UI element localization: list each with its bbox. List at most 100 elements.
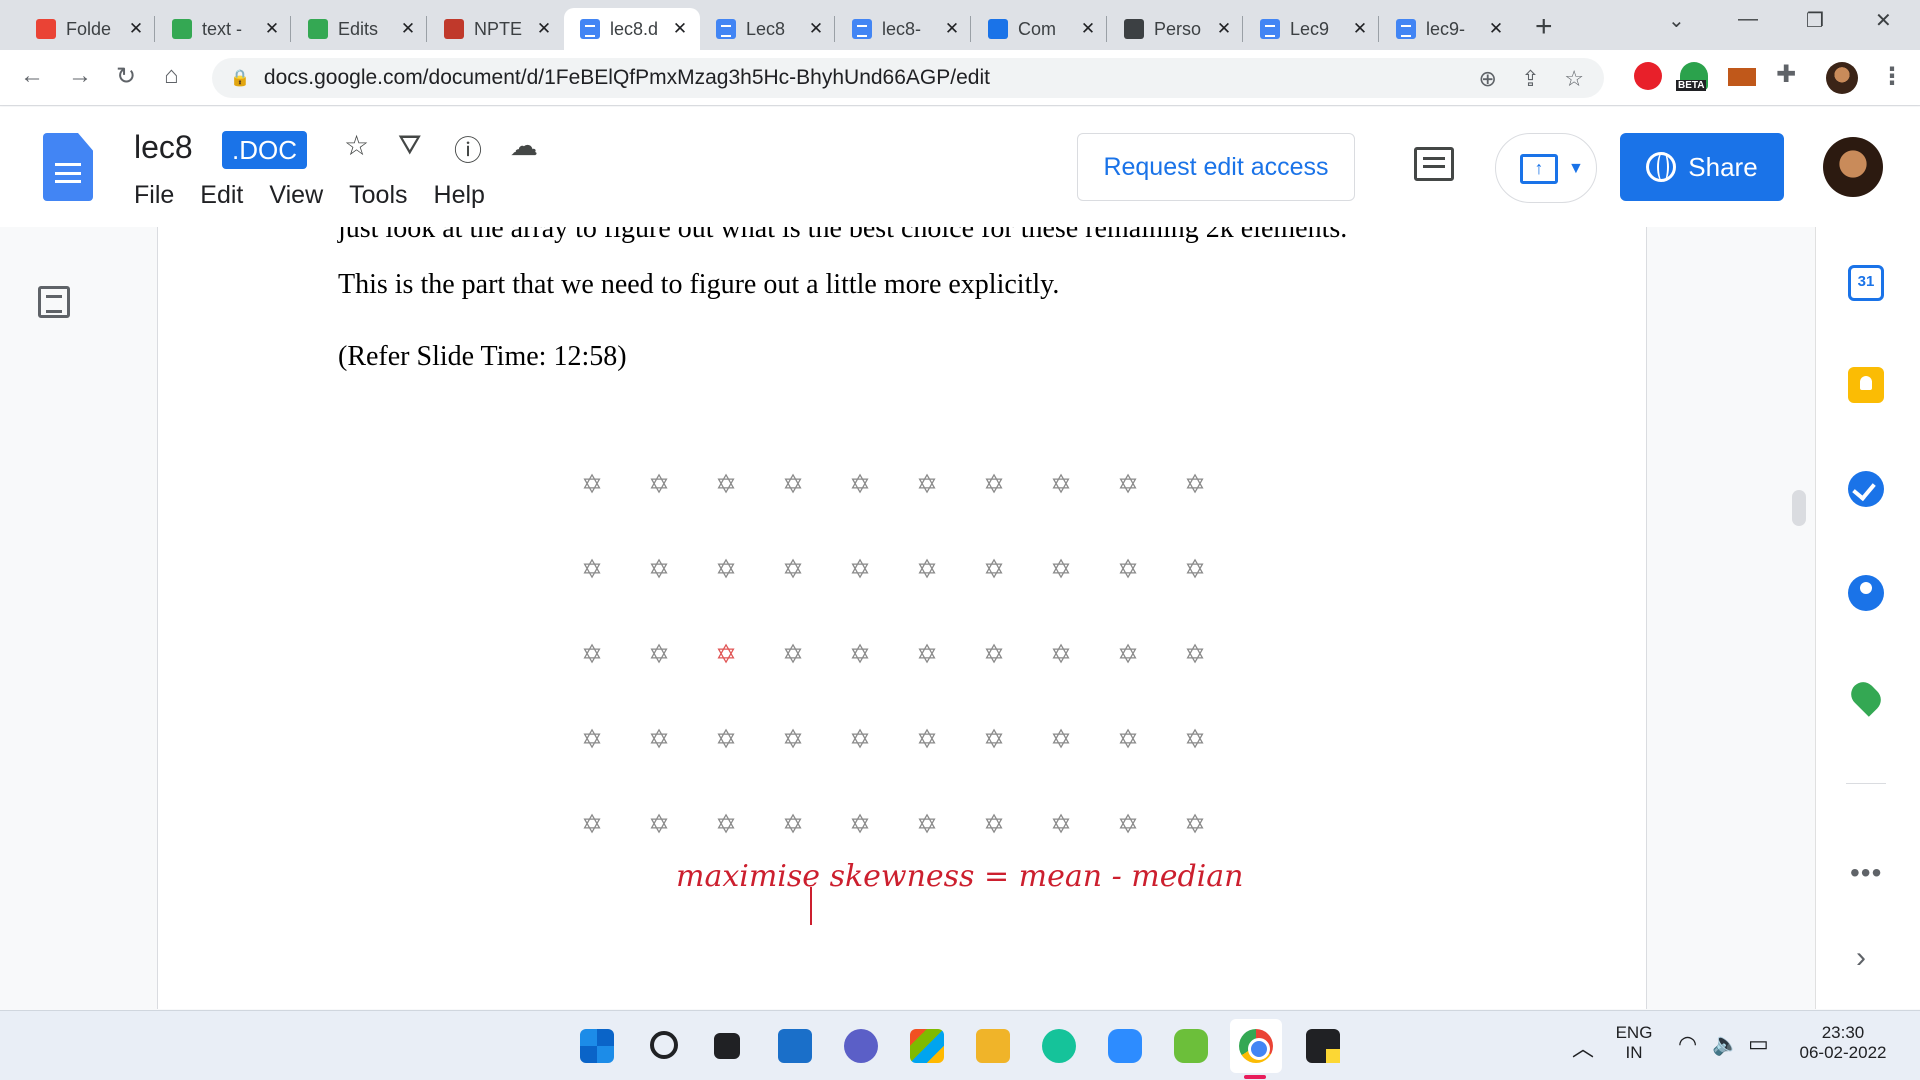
- star-icon: ✡: [1050, 724, 1072, 754]
- scrollbar-thumb[interactable]: [1792, 490, 1806, 526]
- close-window-button[interactable]: ✕: [1875, 8, 1892, 33]
- tab-close-icon[interactable]: ✕: [1486, 19, 1506, 39]
- minimize-button[interactable]: —: [1738, 8, 1758, 31]
- browser-tab[interactable]: Perso ✕: [1108, 8, 1244, 50]
- tasks-icon[interactable]: [1848, 471, 1884, 507]
- browser-tab[interactable]: lec8.d ✕: [564, 8, 700, 50]
- task-view-icon[interactable]: [714, 1033, 740, 1059]
- browser-tab[interactable]: Lec8 ✕: [700, 8, 836, 50]
- clock[interactable]: 23:30 06-02-2022: [1788, 1023, 1898, 1063]
- details-info-icon[interactable]: ⓘ: [454, 129, 482, 169]
- tab-close-icon[interactable]: ✕: [398, 19, 418, 39]
- tray-overflow-chevron-icon[interactable]: ︿: [1572, 1031, 1594, 1063]
- browser-tab[interactable]: lec8- ✕: [836, 8, 972, 50]
- expand-panel-chevron-icon[interactable]: ›: [1856, 941, 1866, 975]
- tab-close-icon[interactable]: ✕: [1078, 19, 1098, 39]
- battery-icon[interactable]: ▭: [1748, 1031, 1769, 1057]
- tab-title: text -: [202, 18, 243, 39]
- grammarly-icon[interactable]: [1042, 1029, 1076, 1063]
- contacts-icon[interactable]: [1848, 575, 1884, 611]
- microsoft-store-icon[interactable]: [910, 1029, 944, 1063]
- restore-button[interactable]: ❐: [1806, 8, 1824, 33]
- file-explorer-icon[interactable]: [976, 1029, 1010, 1063]
- browser-tab[interactable]: lec9- ✕: [1380, 8, 1516, 50]
- adblock-extension-icon[interactable]: [1634, 62, 1662, 90]
- language-indicator[interactable]: ENG IN: [1614, 1023, 1654, 1063]
- document-title[interactable]: lec8: [134, 129, 193, 166]
- browser-tab[interactable]: NPTE ✕: [428, 8, 564, 50]
- brick-extension-icon[interactable]: [1728, 68, 1756, 86]
- forward-icon[interactable]: →: [68, 62, 92, 90]
- request-edit-access-button[interactable]: Request edit access: [1077, 133, 1355, 201]
- document-page[interactable]: just look at the array to figure out wha…: [157, 227, 1647, 1009]
- volume-icon[interactable]: 🔈: [1712, 1031, 1739, 1057]
- share-page-icon[interactable]: ⇪: [1521, 66, 1539, 91]
- docs-logo-icon[interactable]: [43, 133, 93, 201]
- star-icon: ✡: [916, 724, 938, 754]
- menu-file[interactable]: File: [134, 181, 174, 210]
- browser-menu-icon[interactable]: ⋮: [1880, 62, 1904, 91]
- side-panel: 31 ••• ›: [1815, 227, 1920, 1009]
- move-to-drive-icon[interactable]: ⛛: [398, 129, 422, 162]
- keep-icon[interactable]: [1848, 367, 1884, 403]
- star-icon[interactable]: ☆: [344, 129, 369, 162]
- bookmark-star-icon[interactable]: ☆: [1564, 66, 1584, 91]
- windows-start-icon[interactable]: [580, 1029, 614, 1063]
- wifi-icon[interactable]: ◠: [1678, 1031, 1697, 1057]
- zoom-app-icon[interactable]: [1108, 1029, 1142, 1063]
- tab-close-icon[interactable]: ✕: [1214, 19, 1234, 39]
- maps-icon[interactable]: [1846, 677, 1886, 717]
- docs-icon: [1396, 19, 1416, 39]
- menu-edit[interactable]: Edit: [200, 181, 243, 210]
- star-icon: ✡: [1117, 639, 1139, 669]
- share-button[interactable]: Share: [1620, 133, 1784, 201]
- star-icon: ✡: [715, 554, 737, 584]
- star-icon: ✡: [1184, 469, 1206, 499]
- document-outline-icon[interactable]: [38, 286, 70, 318]
- browser-tab[interactable]: Folde ✕: [20, 8, 156, 50]
- tab-close-icon[interactable]: ✕: [1350, 19, 1370, 39]
- browser-tab[interactable]: Edits ✕: [292, 8, 428, 50]
- tab-close-icon[interactable]: ✕: [126, 19, 146, 39]
- new-tab-button[interactable]: +: [1535, 10, 1553, 44]
- tab-close-icon[interactable]: ✕: [262, 19, 282, 39]
- teams-chat-icon[interactable]: [844, 1029, 878, 1063]
- comment-history-icon[interactable]: [1414, 147, 1454, 181]
- chevron-down-icon[interactable]: ▼: [1568, 160, 1584, 178]
- back-icon[interactable]: ←: [20, 62, 44, 90]
- star-icon: ✡: [581, 554, 603, 584]
- gmail-icon: [36, 19, 56, 39]
- menu-tools[interactable]: Tools: [349, 181, 407, 210]
- browser-tab[interactable]: text - ✕: [156, 8, 292, 50]
- browser-tab[interactable]: Com ✕: [972, 8, 1108, 50]
- star-icon: ✡: [916, 554, 938, 584]
- account-avatar[interactable]: [1823, 137, 1883, 197]
- sticky-notes-icon[interactable]: [1306, 1029, 1340, 1063]
- docs-icon: [1260, 19, 1280, 39]
- tab-close-icon[interactable]: ✕: [534, 19, 554, 39]
- extensions-puzzle-icon[interactable]: ✚: [1776, 60, 1804, 88]
- calendar-icon[interactable]: 31: [1848, 265, 1884, 301]
- cloud-status-icon[interactable]: ☁: [510, 129, 538, 162]
- star-icon: ✡: [1184, 639, 1206, 669]
- link-icon: [988, 19, 1008, 39]
- tab-close-icon[interactable]: ✕: [806, 19, 826, 39]
- reload-icon[interactable]: ↻: [116, 62, 136, 91]
- profile-avatar[interactable]: [1826, 62, 1858, 94]
- tab-close-icon[interactable]: ✕: [942, 19, 962, 39]
- home-icon[interactable]: ⌂: [164, 62, 179, 90]
- widgets-icon[interactable]: [778, 1029, 812, 1063]
- chrome-icon[interactable]: [1239, 1029, 1273, 1063]
- zoom-icon[interactable]: ⊕: [1478, 66, 1496, 91]
- address-bar[interactable]: 🔒 docs.google.com/document/d/1FeBElQfPmx…: [212, 58, 1604, 98]
- present-button[interactable]: ↑ ▼: [1495, 133, 1597, 203]
- tab-search-icon[interactable]: ⌄: [1668, 8, 1685, 33]
- menu-help[interactable]: Help: [434, 181, 485, 210]
- more-addons-icon[interactable]: •••: [1850, 857, 1882, 889]
- browser-tab[interactable]: Lec9 ✕: [1244, 8, 1380, 50]
- taskbar-search-icon[interactable]: [650, 1031, 678, 1059]
- menu-view[interactable]: View: [269, 181, 323, 210]
- tab-close-icon[interactable]: ✕: [670, 19, 690, 39]
- beta-extension-icon[interactable]: BETA: [1676, 62, 1708, 91]
- evernote-icon[interactable]: [1174, 1029, 1208, 1063]
